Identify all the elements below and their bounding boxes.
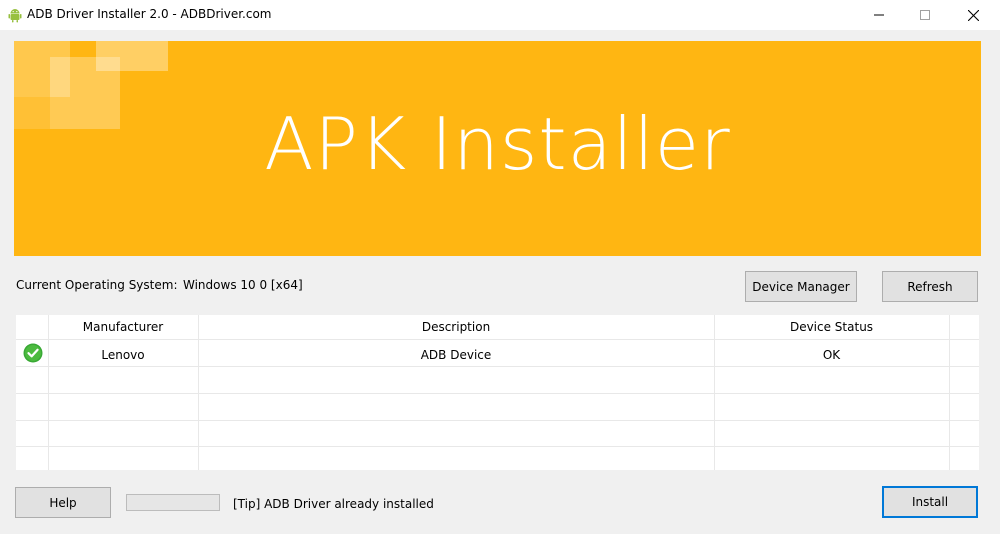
cell-manufacturer: Lenovo <box>101 348 145 362</box>
check-circle-icon <box>23 343 43 363</box>
close-icon <box>967 9 979 21</box>
column-header-description[interactable]: Description <box>198 320 714 334</box>
row-divider <box>16 420 979 421</box>
os-value: Windows 10 0 [x64] <box>183 278 303 292</box>
banner-title: APK Installer <box>264 102 731 186</box>
cell-description: ADB Device <box>420 348 492 362</box>
os-label: Current Operating System: <box>16 278 178 292</box>
minimize-icon <box>874 14 884 16</box>
install-button[interactable]: Install <box>882 486 978 518</box>
column-header-manufacturer[interactable]: Manufacturer <box>48 320 198 334</box>
row-divider <box>16 366 979 367</box>
tip-text: [Tip] ADB Driver already installed <box>233 497 434 511</box>
progress-bar <box>126 494 220 511</box>
row-divider <box>16 446 979 447</box>
column-header-device-status[interactable]: Device Status <box>714 320 949 334</box>
minimize-button[interactable] <box>856 0 902 30</box>
title-bar: ADB Driver Installer 2.0 - ADBDriver.com <box>0 0 1000 30</box>
banner-decoration <box>96 41 168 71</box>
maximize-button[interactable] <box>902 0 948 30</box>
device-table[interactable]: Manufacturer Description Device Status L… <box>16 315 979 470</box>
window-title: ADB Driver Installer 2.0 - ADBDriver.com <box>27 7 272 21</box>
row-divider <box>16 393 979 394</box>
row-divider <box>16 339 979 340</box>
android-icon <box>8 9 22 23</box>
help-button[interactable]: Help <box>15 487 111 518</box>
close-button[interactable] <box>950 0 996 30</box>
cell-device-status: OK <box>822 348 841 362</box>
maximize-icon <box>920 10 930 20</box>
refresh-button[interactable]: Refresh <box>882 271 978 302</box>
banner: APK Installer <box>14 41 981 256</box>
device-manager-button[interactable]: Device Manager <box>745 271 857 302</box>
